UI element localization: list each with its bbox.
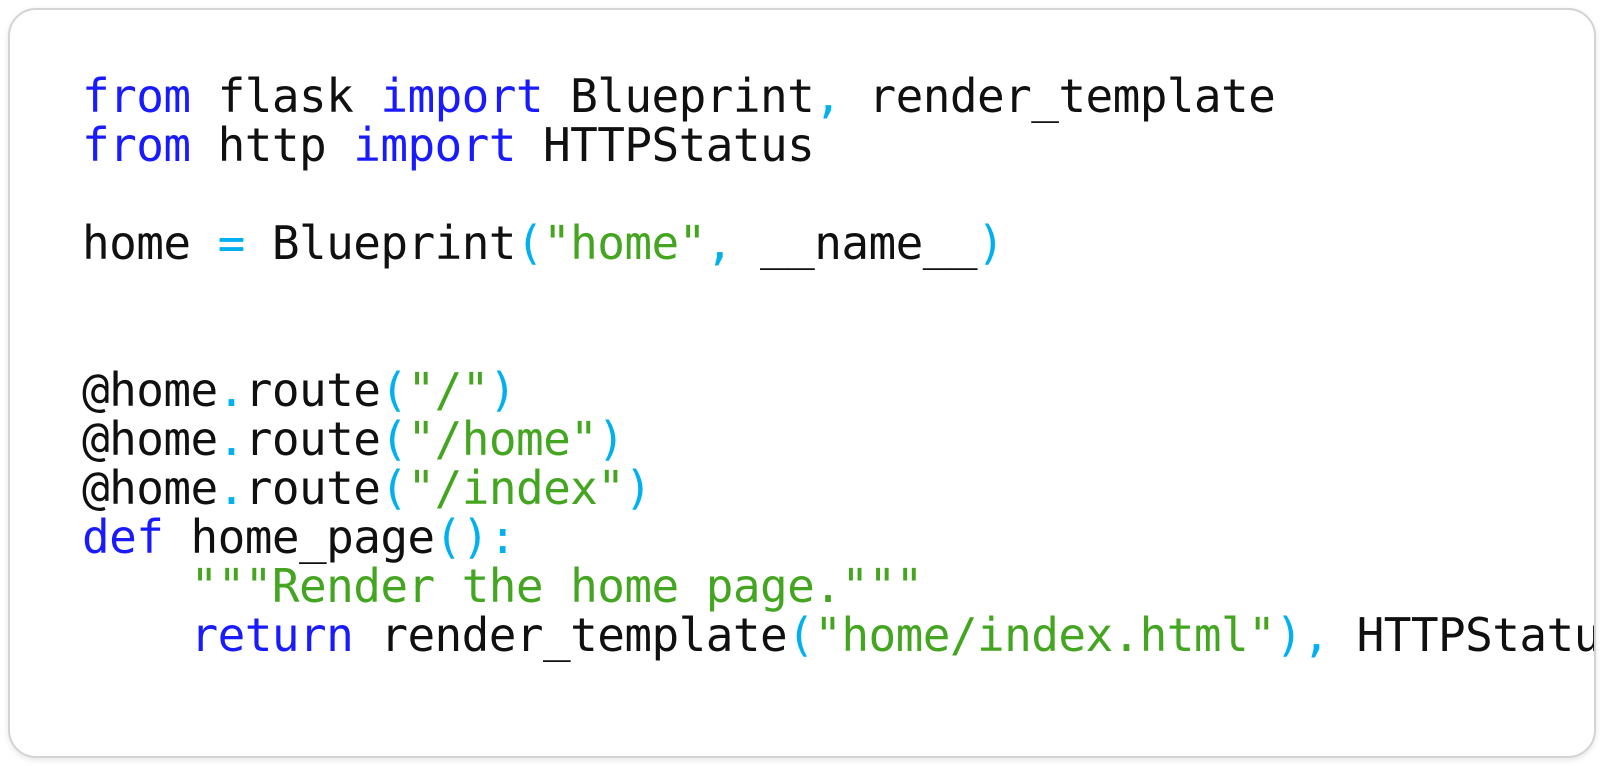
token-identifier: Blueprint xyxy=(244,216,517,270)
code-line-2: from http import HTTPStatus xyxy=(82,118,1594,172)
token-identifier: render_template xyxy=(353,608,788,662)
token-keyword: from xyxy=(82,118,191,172)
token-operator: , xyxy=(705,216,734,270)
token-identifier: route xyxy=(244,412,381,466)
token-keyword: import xyxy=(353,118,516,172)
code-snippet-card: from flask import Blueprint, render_temp… xyxy=(8,8,1596,758)
token-operator: . xyxy=(217,461,246,515)
token-string: "/index" xyxy=(407,461,625,515)
token-operator: ) xyxy=(624,461,652,515)
token-operator: ( xyxy=(787,608,815,662)
token-identifier: http xyxy=(190,118,354,172)
token-operator: ) xyxy=(976,216,1005,270)
code-line-10: def home_page(): xyxy=(82,510,1594,564)
token-operator: ( xyxy=(380,412,408,466)
token-identifier: home_page xyxy=(163,510,435,564)
token-keyword: from xyxy=(82,69,191,123)
token-operator: ( xyxy=(380,363,408,417)
code-line-7: @home.route("/") xyxy=(82,363,1594,417)
token-operator: = xyxy=(217,216,246,270)
token-string: "home/index.html" xyxy=(814,608,1276,662)
token-operator: , xyxy=(814,69,842,123)
code-line-12: return render_template("home/index.html"… xyxy=(82,608,1594,662)
token-identifier: flask xyxy=(190,69,381,123)
token-identifier: render_template xyxy=(841,69,1276,123)
token-string: """Render the home page.""" xyxy=(190,559,923,613)
token-identifier xyxy=(82,608,190,662)
token-identifier: __name__ xyxy=(732,216,978,270)
token-identifier: route xyxy=(244,461,381,515)
token-string: "/home" xyxy=(407,412,598,466)
code-line-11: """Render the home page.""" xyxy=(82,559,1594,613)
token-operator: ( xyxy=(380,461,408,515)
token-keyword: return xyxy=(190,608,354,662)
token-identifier: @home xyxy=(82,412,218,466)
token-operator: () xyxy=(434,510,490,564)
token-operator: ) xyxy=(1275,608,1303,662)
code-block[interactable]: from flask import Blueprint, render_temp… xyxy=(82,69,1594,662)
code-line-4: home = Blueprint("home", __name__) xyxy=(82,216,1594,270)
token-identifier xyxy=(82,559,190,613)
token-keyword: import xyxy=(380,69,544,123)
token-operator: . xyxy=(217,412,246,466)
token-string: "home" xyxy=(543,216,706,270)
code-line-8: @home.route("/home") xyxy=(82,412,1594,466)
token-identifier: @home xyxy=(82,461,218,515)
token-identifier: @home xyxy=(82,363,218,417)
token-identifier: HTTPStatus xyxy=(1356,608,1594,662)
token-identifier: HTTPStatus xyxy=(515,118,815,172)
token-identifier: home xyxy=(82,216,218,270)
token-identifier: route xyxy=(244,363,381,417)
code-line-1: from flask import Blueprint, render_temp… xyxy=(82,69,1594,123)
token-operator: : xyxy=(488,510,517,564)
token-operator: , xyxy=(1302,608,1330,662)
token-operator: ) xyxy=(597,412,625,466)
screenshot-canvas: from flask import Blueprint, render_temp… xyxy=(0,0,1604,766)
token-operator: . xyxy=(217,363,246,417)
token-string: "/" xyxy=(407,363,489,417)
code-line-9: @home.route("/index") xyxy=(82,461,1594,515)
token-identifier: Blueprint xyxy=(543,69,815,123)
token-operator: ) xyxy=(488,363,517,417)
token-keyword: def xyxy=(82,510,164,564)
token-operator: ( xyxy=(515,216,544,270)
